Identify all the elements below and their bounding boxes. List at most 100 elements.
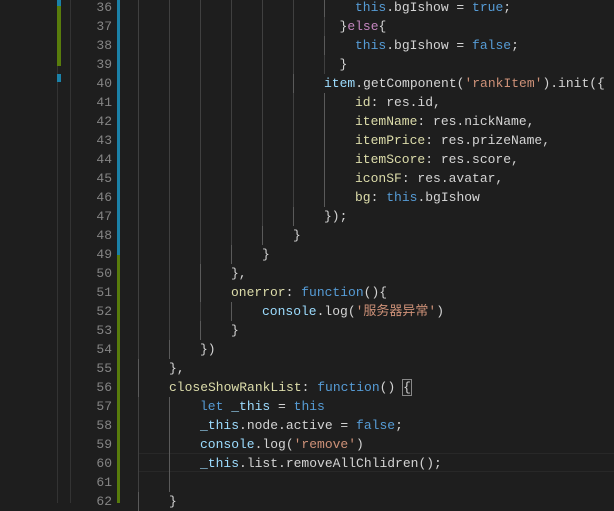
indent-guide: [138, 188, 139, 207]
code-line[interactable]: }: [231, 321, 239, 340]
line-number: 38: [96, 38, 112, 53]
code-token: : res.nickName,: [417, 114, 535, 129]
code-line[interactable]: this.bgIshow = false;: [355, 36, 519, 55]
indent-guide: [231, 93, 232, 112]
code-token: closeShowRankList: [169, 380, 302, 395]
code-token: function: [317, 380, 380, 395]
indent-guide: [324, 150, 325, 169]
code-token: .bgIshow =: [386, 0, 473, 15]
gutter-added-indicator[interactable]: [117, 255, 120, 503]
code-line[interactable]: console.log('服务器异常'): [262, 302, 444, 321]
indent-guide: [262, 36, 263, 55]
indent-guide: [138, 283, 139, 302]
indent-guide: [138, 150, 139, 169]
indent-guide: [293, 74, 294, 93]
indent-guide: [293, 17, 294, 36]
code-line[interactable]: item.getComponent('rankItem').init({: [324, 74, 605, 93]
indent-guide: [262, 207, 263, 226]
code-line[interactable]: itemPrice: res.prizeName,: [355, 131, 550, 150]
code-token: else: [347, 19, 379, 34]
line-number: 39: [96, 57, 112, 72]
code-line[interactable]: },: [231, 264, 247, 283]
code-line[interactable]: onerror: function(){: [231, 283, 387, 302]
indent-guide: [324, 36, 325, 55]
indent-guide: [169, 36, 170, 55]
code-token: itemScore: [355, 152, 426, 167]
indent-guide: [138, 321, 139, 340]
code-line[interactable]: },: [169, 359, 185, 378]
code-token: }: [169, 494, 177, 509]
indent-guide: [169, 131, 170, 150]
code-line[interactable]: }: [293, 226, 301, 245]
line-number: 58: [96, 418, 112, 433]
code-line[interactable]: id: res.id,: [355, 93, 441, 112]
code-line[interactable]: this.bgIshow = true;: [355, 0, 511, 17]
code-token: .bgIshow =: [386, 38, 473, 53]
indent-guide: [200, 264, 201, 283]
indent-guide: [138, 302, 139, 321]
indent-guide: [138, 264, 139, 283]
indent-guide: [231, 188, 232, 207]
code-token: iconSF: [355, 171, 402, 186]
code-token: : res.score,: [425, 152, 519, 167]
indent-guide: [169, 264, 170, 283]
code-token: : res.id,: [370, 95, 441, 110]
code-token: _this: [231, 399, 271, 414]
indent-guide: [169, 321, 170, 340]
indent-guide: [138, 473, 139, 492]
code-token: },: [231, 266, 247, 281]
code-line[interactable]: bg: this.bgIshow: [355, 188, 480, 207]
code-token: console: [262, 304, 317, 319]
gutter-modified-indicator[interactable]: [117, 0, 120, 255]
code-line[interactable]: let _this = this: [200, 397, 325, 416]
line-number: 40: [96, 76, 112, 91]
indent-guide: [293, 150, 294, 169]
line-number: 54: [96, 342, 112, 357]
code-token: .log(: [316, 304, 356, 319]
code-line[interactable]: itemScore: res.score,: [355, 150, 519, 169]
code-line[interactable]: }else{: [340, 17, 387, 36]
line-number: 50: [96, 266, 112, 281]
indent-guide: [138, 226, 139, 245]
code-token: '服务器异常': [355, 304, 437, 319]
indent-guide: [138, 359, 139, 378]
code-token: {: [378, 19, 387, 34]
line-number: 45: [96, 171, 112, 186]
indent-guide: [231, 226, 232, 245]
code-line[interactable]: }: [340, 55, 348, 74]
code-line[interactable]: itemName: res.nickName,: [355, 112, 534, 131]
indent-guide: [169, 454, 170, 473]
code-token: 'remove': [293, 437, 357, 452]
indent-guide: [293, 93, 294, 112]
code-line[interactable]: }): [200, 340, 216, 359]
code-token: : res.avatar,: [401, 171, 504, 186]
line-number: 57: [96, 399, 112, 414]
code-line[interactable]: _this.list.removeAllChlidren();: [200, 454, 442, 473]
indent-guide: [169, 74, 170, 93]
code-token: _this: [200, 456, 240, 471]
code-line[interactable]: _this.node.active = false;: [200, 416, 403, 435]
code-line[interactable]: iconSF: res.avatar,: [355, 169, 503, 188]
code-line[interactable]: console.log('remove'): [200, 435, 364, 454]
code-token: onerror: [231, 285, 286, 300]
code-line[interactable]: closeShowRankList: function() {: [169, 378, 412, 397]
indent-guide: [200, 283, 201, 302]
indent-guide: [231, 207, 232, 226]
code-token: itemName: [355, 114, 418, 129]
code-token: true: [472, 0, 504, 15]
code-token: console: [200, 437, 255, 452]
indent-guide: [200, 0, 201, 17]
code-line[interactable]: }: [169, 492, 177, 511]
code-token: (): [379, 380, 404, 395]
indent-guide: [262, 74, 263, 93]
indent-guide: [138, 169, 139, 188]
indent-guide: [324, 17, 325, 36]
code-token: function: [301, 285, 364, 300]
indent-guide: [169, 55, 170, 74]
indent-guide: [200, 112, 201, 131]
code-token: },: [169, 361, 185, 376]
code-line[interactable]: });: [324, 207, 347, 226]
code-line[interactable]: }: [262, 245, 270, 264]
indent-guide: [324, 55, 325, 74]
code-token: bg: [355, 190, 371, 205]
